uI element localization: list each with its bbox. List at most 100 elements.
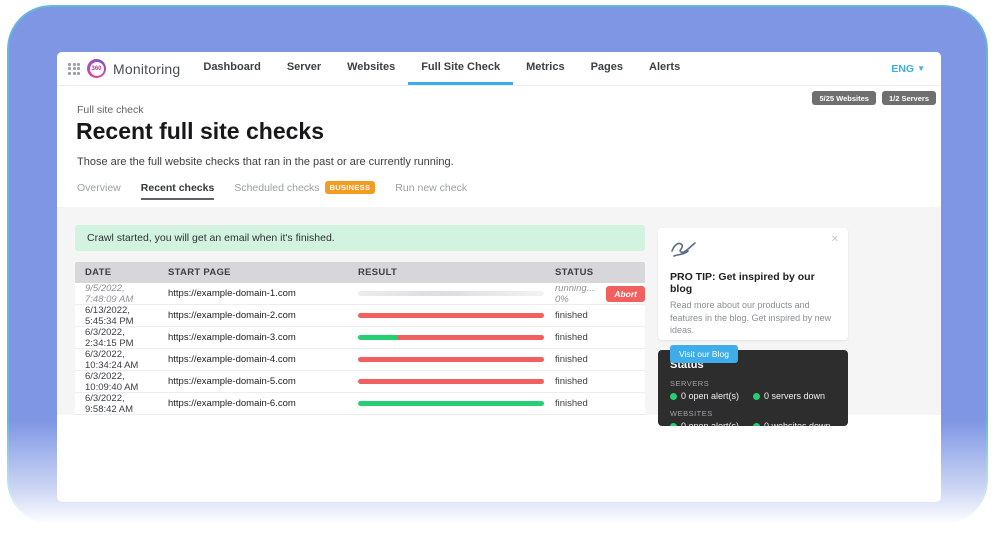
check-status: finished: [555, 332, 645, 343]
sidebar: ✕ PRO TIP: Get inspired by our blog Read…: [658, 228, 848, 426]
protip-title: PRO TIP: Get inspired by our blog: [670, 271, 836, 295]
check-result: [358, 401, 555, 406]
nav-item-server[interactable]: Server: [274, 52, 334, 85]
status-section-label-servers: SERVERS: [670, 379, 836, 388]
check-date: 6/3/2022, 9:58:42 AM: [75, 393, 158, 415]
status-text: finished: [555, 354, 588, 365]
nav-item-full-site-check[interactable]: Full Site Check: [408, 52, 513, 85]
tab-run-new-check[interactable]: Run new check: [395, 182, 467, 200]
hero-section: 5/25 Websites 1/2 Servers Full site check…: [57, 86, 941, 207]
content-section: Crawl started, you will get an email whe…: [57, 207, 941, 415]
result-segment-red: [397, 335, 544, 340]
visit-blog-button[interactable]: Visit our Blog: [670, 345, 738, 363]
result-segment-red: [358, 357, 544, 362]
language-label: ENG: [891, 63, 914, 75]
status-text: finished: [555, 398, 588, 409]
check-date: 6/3/2022, 10:09:40 AM: [75, 371, 158, 393]
breadcrumb: Full site check: [77, 104, 144, 116]
status-section-items: 0 open alert(s) 0 websites down: [670, 421, 836, 426]
nav-item-metrics[interactable]: Metrics: [513, 52, 578, 85]
table-body: 9/5/2022, 7:48:09 AMhttps://example-doma…: [75, 283, 645, 415]
table-row: 9/5/2022, 7:48:09 AMhttps://example-doma…: [75, 283, 645, 305]
status-text: finished: [555, 332, 588, 343]
logo-text: 360: [90, 62, 104, 76]
result-segment-red: [358, 313, 544, 318]
check-start-page: https://example-domain-4.com: [158, 354, 358, 365]
check-result: [358, 313, 555, 318]
table-row: 6/3/2022, 9:58:42 AMhttps://example-doma…: [75, 393, 645, 415]
tab-recent-checks[interactable]: Recent checks: [141, 182, 215, 200]
close-icon[interactable]: ✕: [831, 234, 839, 245]
check-start-page: https://example-domain-3.com: [158, 332, 358, 343]
language-selector[interactable]: ENG ▼: [891, 52, 941, 85]
status-item-0-open-alert-s: 0 open alert(s): [670, 421, 753, 426]
tab-label: Scheduled checks: [234, 182, 319, 194]
business-badge: BUSINESS: [325, 181, 376, 194]
check-result: [358, 291, 555, 296]
column-header-status: STATUS: [555, 267, 645, 278]
table-row: 6/3/2022, 2:34:15 PMhttps://example-doma…: [75, 327, 645, 349]
status-item-0-websites-down: 0 websites down: [753, 421, 836, 426]
check-start-page: https://example-domain-6.com: [158, 398, 358, 409]
table-header: DATESTART PAGERESULTSTATUS: [75, 262, 645, 283]
usage-badge-1-2-servers: 1/2 Servers: [882, 91, 936, 105]
check-status: finished: [555, 354, 645, 365]
nav-item-pages[interactable]: Pages: [578, 52, 636, 85]
check-result: [358, 357, 555, 362]
status-ok-dot: [670, 423, 677, 427]
tab-scheduled-checks[interactable]: Scheduled checks BUSINESS: [234, 181, 375, 200]
protip-body: Read more about our products and feature…: [670, 299, 836, 337]
column-header-date: DATE: [75, 267, 158, 278]
check-status: finished: [555, 398, 645, 409]
column-header-start-page: START PAGE: [158, 267, 358, 278]
status-item-0-open-alert-s: 0 open alert(s): [670, 391, 753, 401]
usage-badges: 5/25 Websites 1/2 Servers: [812, 91, 936, 105]
brand-name: Monitoring: [113, 61, 180, 77]
doodle-icon: [670, 239, 697, 259]
status-item-label: 0 websites down: [764, 421, 831, 426]
status-item-label: 0 servers down: [764, 391, 825, 401]
tab-overview[interactable]: Overview: [77, 182, 121, 200]
abort-button[interactable]: Abort: [606, 286, 645, 302]
page-title: Recent full site checks: [76, 118, 324, 145]
app-launcher-icon[interactable]: [68, 63, 80, 75]
result-progress-bar: [358, 401, 544, 406]
result-segment-green: [358, 335, 397, 340]
check-date: 6/3/2022, 2:34:15 PM: [75, 327, 158, 349]
result-progress-bar: [358, 357, 544, 362]
page-description: Those are the full website checks that r…: [77, 156, 454, 168]
check-status: running... 0% Abort: [555, 283, 645, 305]
status-text: finished: [555, 310, 588, 321]
check-date: 6/13/2022, 5:45:34 PM: [75, 305, 158, 327]
tab-label: Recent checks: [141, 182, 215, 194]
app-window: 360 Monitoring DashboardServerWebsitesFu…: [57, 52, 941, 502]
status-ok-dot: [753, 393, 760, 400]
tab-label: Overview: [77, 182, 121, 194]
status-ok-dot: [670, 393, 677, 400]
nav-item-alerts[interactable]: Alerts: [636, 52, 693, 85]
column-header-result: RESULT: [358, 267, 555, 278]
logo-icon: 360: [87, 59, 106, 78]
table-row: 6/3/2022, 10:09:40 AMhttps://example-dom…: [75, 371, 645, 393]
check-result: [358, 335, 555, 340]
checks-table: DATESTART PAGERESULTSTATUS 9/5/2022, 7:4…: [75, 262, 645, 415]
chevron-down-icon: ▼: [917, 64, 925, 73]
main-column: Crawl started, you will get an email whe…: [75, 207, 645, 415]
status-item-label: 0 open alert(s): [681, 391, 739, 401]
result-segment-red: [358, 379, 544, 384]
status-item-0-servers-down: 0 servers down: [753, 391, 836, 401]
status-text: running... 0%: [555, 283, 600, 305]
tab-label: Run new check: [395, 182, 467, 194]
check-result: [358, 379, 555, 384]
check-start-page: https://example-domain-1.com: [158, 288, 358, 299]
nav-item-websites[interactable]: Websites: [334, 52, 408, 85]
main-nav: DashboardServerWebsitesFull Site CheckMe…: [190, 52, 693, 85]
protip-card: ✕ PRO TIP: Get inspired by our blog Read…: [658, 228, 848, 340]
usage-badge-5-25-websites: 5/25 Websites: [812, 91, 875, 105]
status-card-sections: SERVERS 0 open alert(s) 0 servers down WEBS…: [670, 379, 836, 426]
result-progress-bar: [358, 291, 544, 296]
status-text: finished: [555, 376, 588, 387]
brand[interactable]: 360 Monitoring: [57, 52, 180, 85]
status-section-label-websites: WEBSITES: [670, 409, 836, 418]
nav-item-dashboard[interactable]: Dashboard: [190, 52, 273, 85]
